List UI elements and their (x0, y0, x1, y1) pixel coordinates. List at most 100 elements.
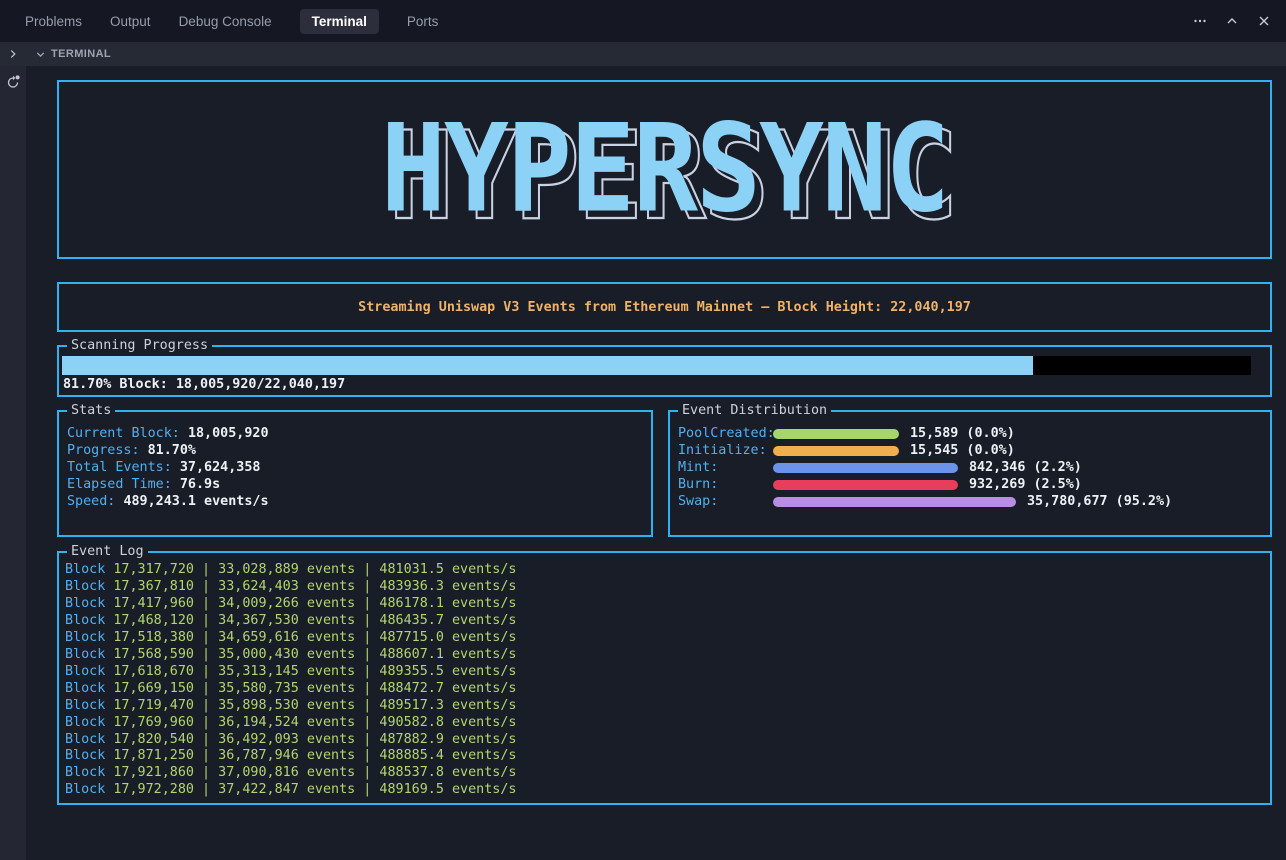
log-block-prefix: Block (65, 698, 113, 713)
log-row: Block 17,367,810 | 33,624,403 events | 4… (65, 579, 1270, 596)
panel-controls (1192, 13, 1286, 29)
banner-title: HYPERSYNC (381, 160, 948, 179)
tab-label: Problems (25, 14, 82, 29)
stat-row: Total Events: 37,624,358 (67, 459, 651, 476)
log-block-prefix: Block (65, 715, 113, 730)
stat-label: Current Block: (67, 426, 180, 441)
tab-debug-console[interactable]: Debug Console (179, 14, 272, 29)
tab-label: Ports (407, 14, 439, 29)
close-panel-icon[interactable] (1256, 13, 1272, 29)
progress-bar-fill (62, 356, 1033, 375)
distribution-value: 15,545 (0.0%) (910, 442, 1015, 459)
log-row-text: 17,468,120 | 34,367,530 events | 486435.… (113, 613, 516, 628)
stat-value: 37,624,358 (180, 460, 261, 475)
log-row-text: 17,820,540 | 36,492,093 events | 487882.… (113, 732, 516, 747)
stream-subtitle: Streaming Uniswap V3 Events from Ethereu… (358, 299, 971, 316)
vscode-terminal-panel: Problems Output Debug Console Terminal Ports (0, 0, 1286, 860)
stat-label: Total Events: (67, 460, 172, 475)
distribution-bar (773, 463, 958, 473)
distribution-bar (773, 429, 899, 439)
log-block-prefix: Block (65, 613, 113, 628)
scanning-progress-panel: Scanning Progress 81.70% Block: 18,005,9… (57, 345, 1272, 397)
tab-list: Problems Output Debug Console Terminal Ports (0, 9, 438, 34)
sync-icon[interactable] (0, 74, 26, 90)
log-row-text: 17,669,150 | 35,580,735 events | 488472.… (113, 681, 516, 696)
log-row: Block 17,769,960 | 36,194,524 events | 4… (65, 715, 1270, 732)
log-block-prefix: Block (65, 782, 113, 797)
log-row: Block 17,468,120 | 34,367,530 events | 4… (65, 613, 1270, 630)
log-row-text: 17,871,250 | 36,787,946 events | 488885.… (113, 748, 516, 763)
tab-ports[interactable]: Ports (407, 14, 439, 29)
distribution-label: Burn: (678, 476, 773, 493)
distribution-label: PoolCreated: (678, 425, 773, 442)
distribution-label: Mint: (678, 459, 773, 476)
tab-problems[interactable]: Problems (25, 14, 82, 29)
log-block-prefix: Block (65, 579, 113, 594)
tab-terminal[interactable]: Terminal (300, 9, 379, 34)
tab-label: Output (110, 14, 151, 29)
progress-status-text: 81.70% Block: 18,005,920/22,040,197 (63, 376, 345, 393)
log-block-prefix: Block (65, 765, 113, 780)
event-log-title: Event Log (67, 543, 148, 560)
stat-label: Progress: (67, 443, 140, 458)
stats-title: Stats (67, 402, 115, 419)
log-block-prefix: Block (65, 647, 113, 662)
distribution-value: 932,269 (2.5%) (969, 476, 1082, 493)
scanning-progress-title: Scanning Progress (67, 337, 212, 354)
more-actions-icon[interactable] (1192, 13, 1208, 29)
stat-label: Elapsed Time: (67, 477, 172, 492)
log-row-text: 17,719,470 | 35,898,530 events | 489517.… (113, 698, 516, 713)
distribution-bar (773, 480, 958, 490)
banner-box: HYPERSYNC HYPERSYNC (57, 80, 1272, 259)
log-row: Block 17,719,470 | 35,898,530 events | 4… (65, 698, 1270, 715)
distribution-bar (773, 446, 899, 456)
chevron-right-icon[interactable] (0, 47, 26, 61)
maximize-panel-icon[interactable] (1224, 13, 1240, 29)
distribution-label: Swap: (678, 493, 773, 510)
log-row-text: 17,618,670 | 35,313,145 events | 489355.… (113, 664, 516, 679)
stat-value: 18,005,920 (188, 426, 269, 441)
stat-row: Elapsed Time: 76.9s (67, 476, 651, 493)
log-row-text: 17,769,960 | 36,194,524 events | 490582.… (113, 715, 516, 730)
distribution-value: 842,346 (2.2%) (969, 459, 1082, 476)
event-distribution-title: Event Distribution (678, 402, 831, 419)
log-block-prefix: Block (65, 664, 113, 679)
event-log-panel: Event Log Block 17,317,720 | 33,028,889 … (57, 551, 1272, 805)
stats-panel: Stats Current Block: 18,005,920Progress:… (57, 410, 653, 537)
chevron-down-icon[interactable] (34, 48, 47, 61)
stat-value: 76.9s (180, 477, 220, 492)
terminal-panel-header: TERMINAL (0, 42, 1286, 66)
log-row-text: 17,518,380 | 34,659,616 events | 487715.… (113, 630, 516, 645)
distribution-row: PoolCreated: 15,589 (0.0%) (678, 425, 1270, 442)
log-row: Block 17,317,720 | 33,028,889 events | 4… (65, 562, 1270, 579)
distribution-rows: PoolCreated:15,589 (0.0%)Initialize:15,5… (678, 425, 1270, 510)
tab-output[interactable]: Output (110, 14, 151, 29)
log-row-text: 17,568,590 | 35,000,430 events | 488607.… (113, 647, 516, 662)
stats-rows: Current Block: 18,005,920Progress: 81.70… (67, 425, 651, 510)
log-row-text: 17,317,720 | 33,028,889 events | 481031.… (113, 562, 516, 577)
terminal-content: HYPERSYNC HYPERSYNC Streaming Uniswap V3… (26, 66, 1286, 860)
stat-row: Progress: 81.70% (67, 442, 651, 459)
distribution-value: 35,780,677 (95.2%) (1027, 493, 1172, 510)
log-row: Block 17,417,960 | 34,009,266 events | 4… (65, 596, 1270, 613)
log-row: Block 17,618,670 | 35,313,145 events | 4… (65, 664, 1270, 681)
app-banner: HYPERSYNC HYPERSYNC (381, 160, 948, 179)
log-row-text: 17,972,280 | 37,422,847 events | 489169.… (113, 782, 516, 797)
log-row: Block 17,921,860 | 37,090,816 events | 4… (65, 765, 1270, 782)
stat-row: Speed: 489,243.1 events/s (67, 493, 651, 510)
log-row-text: 17,367,810 | 33,624,403 events | 483936.… (113, 579, 516, 594)
log-row: Block 17,972,280 | 37,422,847 events | 4… (65, 782, 1270, 799)
distribution-row: Swap: 35,780,677 (95.2%) (678, 493, 1270, 510)
log-row-text: 17,921,860 | 37,090,816 events | 488537.… (113, 765, 516, 780)
distribution-value: 15,589 (0.0%) (910, 425, 1015, 442)
log-block-prefix: Block (65, 596, 113, 611)
subtitle-box: Streaming Uniswap V3 Events from Ethereu… (57, 282, 1272, 332)
stat-value: 81.70% (148, 443, 196, 458)
tab-label: Terminal (312, 14, 367, 29)
log-row: Block 17,568,590 | 35,000,430 events | 4… (65, 647, 1270, 664)
left-rail (0, 66, 26, 860)
log-row-text: 17,417,960 | 34,009,266 events | 486178.… (113, 596, 516, 611)
log-block-prefix: Block (65, 732, 113, 747)
log-row: Block 17,669,150 | 35,580,735 events | 4… (65, 681, 1270, 698)
tab-label: Debug Console (179, 14, 272, 29)
